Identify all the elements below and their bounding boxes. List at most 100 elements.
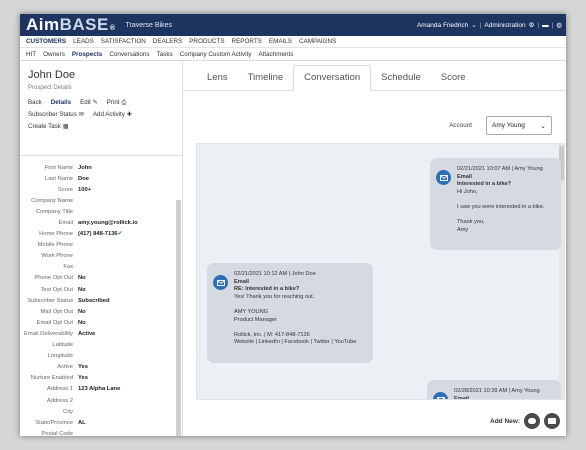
field-row: Home Phone (417) 848-7136 ✔	[20, 229, 183, 240]
tab-bar: Lens Timeline Conversation Schedule Scor…	[183, 61, 566, 91]
separator: |	[551, 21, 554, 29]
message-bubble[interactable]: 02/21/2021 10:07 AM | Amy Young Email Inte…	[430, 158, 561, 250]
account-select[interactable]: Amy Young ⌄	[486, 116, 552, 135]
field-label: Email	[58, 220, 74, 227]
nav-dealers[interactable]: DEALERS	[153, 38, 182, 45]
field-value: (417) 848-7136	[78, 231, 118, 238]
subscriber-status-link[interactable]: Subscriber Status ✉	[28, 109, 84, 121]
logo-main-text: Aim	[26, 15, 60, 34]
message-line: I saw you were interested in a bike.	[457, 203, 545, 210]
subnav-owners[interactable]: Owners	[43, 51, 65, 58]
top-bar: Aim BASE ® Traverse Bikes Amanda Friedrich…	[20, 14, 566, 36]
field-label: Mail Opt Out	[40, 308, 73, 315]
nav-customers[interactable]: CUSTOMERS	[26, 38, 66, 45]
envelope-icon	[433, 392, 448, 399]
field-label: Phone Opt Out	[34, 275, 73, 282]
chat-bubble-icon	[528, 418, 536, 424]
aimbase-logo[interactable]: Aim BASE ®	[26, 15, 116, 35]
field-row: Latitude	[20, 340, 183, 351]
message-type: Email	[457, 173, 472, 180]
back-link[interactable]: Back	[28, 97, 42, 109]
nav-products[interactable]: PRODUCTS	[189, 38, 224, 45]
field-row: First Name John	[20, 162, 183, 173]
fields-scrollbar[interactable]	[176, 200, 181, 436]
chevron-down-icon[interactable]: ⌄	[471, 21, 476, 29]
message-bubble[interactable]: 02/21/2021 10:12 AM | John Doe Email RE: I…	[207, 263, 373, 363]
printer-icon: ⎙	[121, 100, 127, 106]
field-label: Address 2	[46, 397, 73, 404]
nav-satisfaction[interactable]: SATISFACTION	[101, 38, 146, 45]
nav-leads[interactable]: LEADS	[73, 38, 94, 45]
top-right-menu: Amanda Friedrich ⌄ | Administration ⚙ | …	[417, 14, 562, 36]
tab-timeline[interactable]: Timeline	[238, 72, 294, 90]
add-activity-link[interactable]: Add Activity ✚	[93, 109, 132, 121]
field-row: Text Opt Out No	[20, 284, 183, 295]
app-window: Aim BASE ® Traverse Bikes Amanda Friedrich…	[20, 14, 566, 436]
field-label: Score	[57, 186, 73, 193]
field-value: No	[78, 275, 86, 282]
message-line: Thank you,	[457, 219, 485, 226]
verified-check-icon: ✔	[117, 231, 123, 238]
user-menu[interactable]: Amanda Friedrich	[417, 22, 468, 29]
message-line	[234, 324, 364, 332]
nav-emails[interactable]: EMAILS	[269, 38, 292, 45]
field-label: Latitude	[52, 342, 73, 349]
field-row: Phone Opt Out No	[20, 273, 183, 284]
subnav-conversations[interactable]: Conversations	[109, 51, 149, 58]
subscriber-status-label: Subscriber Status	[28, 111, 77, 118]
main-nav: CUSTOMERS LEADS SATISFACTION DEALERS PRO…	[20, 36, 566, 48]
add-activity-label: Add Activity	[92, 111, 125, 118]
fields-scrollbar-thumb[interactable]	[176, 200, 181, 436]
edit-link[interactable]: Edit ✎	[80, 97, 98, 109]
person-name: John Doe	[28, 69, 76, 81]
separator: |	[537, 21, 540, 29]
field-value: 123 Alpha Lane	[78, 386, 121, 393]
details-link[interactable]: Details	[51, 97, 71, 109]
field-label: Work Phone	[41, 253, 73, 260]
subnav-company-custom-activity[interactable]: Company Custom Activity	[180, 51, 252, 58]
nav-reports[interactable]: REPORTS	[232, 38, 262, 45]
gear-icon[interactable]: ⚙	[529, 21, 535, 29]
field-label: Active	[57, 364, 73, 371]
field-label: Company Name	[31, 197, 73, 204]
field-row: Last Name Doe	[20, 173, 183, 184]
add-new-bar: Add New:	[490, 413, 560, 429]
message-icon[interactable]: ▬	[542, 22, 549, 29]
message-line: Yes! Thank you for reaching out.	[234, 293, 315, 300]
administration-menu[interactable]: Administration	[484, 22, 525, 29]
message-bubble[interactable]: 02/28/2021 10:39 AM | Amy Young Email	[427, 380, 561, 399]
sub-nav: HIT Owners Prospects Conversations Tasks…	[20, 48, 566, 61]
subnav-attachments[interactable]: Attachments	[258, 51, 293, 58]
conversation-thread: 02/21/2021 10:07 AM | Amy Young Email Inte…	[196, 143, 565, 400]
account-selector: Account Amy Young ⌄	[449, 116, 552, 135]
add-email-button[interactable]	[544, 413, 560, 429]
field-row: Work Phone	[20, 251, 183, 262]
print-link[interactable]: Print ⎙	[107, 97, 127, 109]
nav-campaigns[interactable]: CAMPAIGNS	[299, 38, 336, 45]
prospect-fields: First Name John Last Name Doe Score 100+ Compa…	[20, 155, 183, 436]
message-line	[234, 301, 364, 309]
field-row: Address 2	[20, 395, 183, 406]
envelope-icon: ✉	[78, 112, 84, 118]
field-row: Active Yes	[20, 362, 183, 373]
field-row: Score 100+	[20, 184, 183, 195]
tab-lens[interactable]: Lens	[197, 72, 238, 90]
add-sms-button[interactable]	[524, 413, 540, 429]
help-icon[interactable]: ◍	[556, 21, 562, 29]
message-line: AMY YOUNG	[234, 308, 268, 315]
field-label: Nurture Enabled	[30, 375, 73, 382]
field-row: Nurture Enabled Yes	[20, 373, 183, 384]
create-task-link[interactable]: Create Task ▦	[28, 121, 69, 133]
field-value: Subscribed	[78, 297, 110, 304]
tab-schedule[interactable]: Schedule	[371, 72, 431, 90]
tab-conversation[interactable]: Conversation	[293, 65, 372, 91]
field-value: AL	[78, 419, 86, 426]
tab-score[interactable]: Score	[431, 72, 476, 90]
subnav-prospects[interactable]: Prospects	[72, 51, 102, 58]
separator: |	[479, 21, 482, 29]
message-subject: RE: Interested in a bike?	[234, 286, 300, 293]
message-meta: 02/21/2021 10:07 AM | Amy Young	[457, 166, 543, 172]
subnav-tasks[interactable]: Tasks	[157, 51, 173, 58]
create-task-label: Create Task	[28, 123, 61, 130]
subnav-hit[interactable]: HIT	[26, 51, 36, 58]
